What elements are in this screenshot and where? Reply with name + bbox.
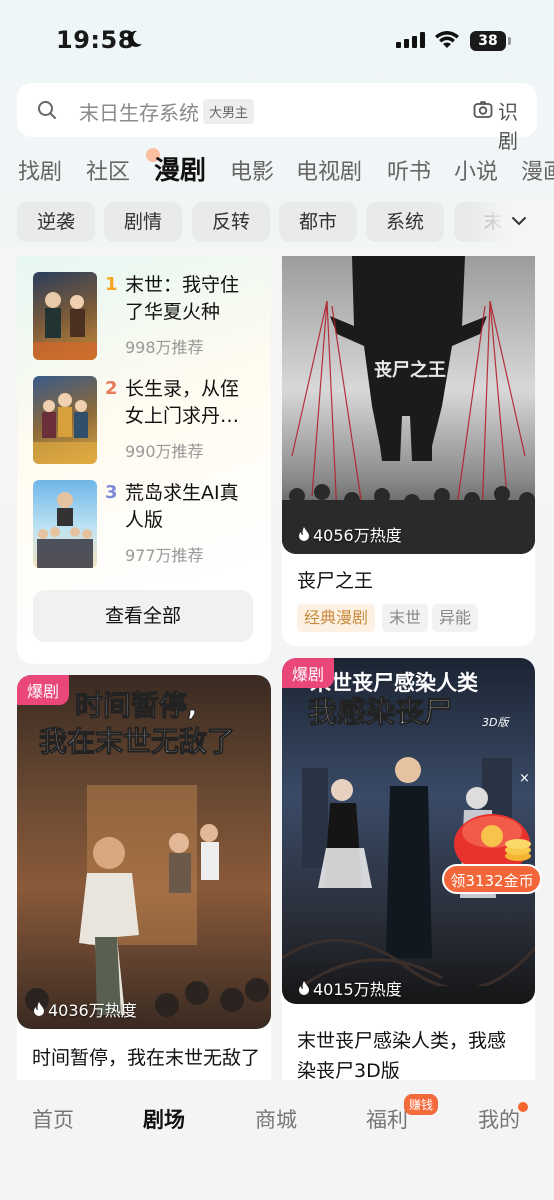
- heat-text: 4015万热度: [313, 980, 402, 999]
- ranking-title: 荒岛求生AI真人版: [125, 482, 239, 531]
- nav-mall[interactable]: 商城: [255, 1104, 297, 1134]
- hot-badge: 爆剧: [17, 675, 70, 705]
- nav-mine[interactable]: 我的: [478, 1104, 520, 1134]
- tab-manju[interactable]: 漫剧: [154, 150, 206, 187]
- coin-reward-button[interactable]: 领3132金币: [442, 864, 542, 894]
- chip-system[interactable]: 系统: [366, 202, 444, 242]
- drama-card-time-stop[interactable]: 时间暂停, 我在末世无敌了 爆剧 4036万热度 时间暂停，我在末世无敌了: [17, 675, 271, 1105]
- nav-home[interactable]: 首页: [32, 1104, 74, 1134]
- tab-comic[interactable]: 漫画: [521, 154, 554, 186]
- nav-welfare[interactable]: 福利: [366, 1104, 408, 1134]
- ranking-card: 1 末世：我守住了华夏火种 998万推荐 2 长生录，从侄女上门求丹… 990万…: [17, 256, 271, 664]
- chevron-down-icon[interactable]: [510, 214, 528, 228]
- chip-twist[interactable]: 反转: [192, 202, 270, 242]
- ranking-count: 998万推荐: [125, 338, 204, 357]
- tab-community[interactable]: 社区: [86, 154, 130, 186]
- poster-image: 丧尸之王 4056万热度: [282, 256, 535, 554]
- tab-zhaoju[interactable]: 找剧: [18, 154, 62, 186]
- poster-title-line2: 我感染丧尸: [308, 695, 453, 729]
- tag-classic: 经典漫剧: [297, 604, 376, 632]
- tag-apocalypse: 末世: [382, 604, 429, 632]
- tab-tv[interactable]: 电视剧: [296, 154, 362, 186]
- card-title: 丧尸之王: [297, 570, 374, 592]
- flame-icon: [299, 981, 309, 995]
- status-bar: 19:58 38: [0, 0, 554, 80]
- card-title: 时间暂停，我在末世无敌了: [32, 1047, 258, 1069]
- poster-3d-label: 3D版: [482, 716, 510, 729]
- cover-image: [33, 480, 97, 568]
- rank-number: 1: [105, 274, 118, 295]
- chip-urban[interactable]: 都市: [279, 202, 357, 242]
- cover-image: [33, 376, 97, 464]
- ranking-item[interactable]: 3 荒岛求生AI真人版 977万推荐: [33, 480, 263, 572]
- ranking-count: 990万推荐: [125, 442, 204, 461]
- tab-movie[interactable]: 电影: [230, 154, 274, 186]
- chip-drama[interactable]: 剧情: [104, 202, 182, 242]
- tab-audiobook[interactable]: 听书: [387, 154, 431, 186]
- earn-money-badge: 赚钱: [404, 1094, 439, 1115]
- poster-title: 丧尸之王: [374, 359, 446, 380]
- bottom-nav: 首页 剧场 商城 福利 我的: [0, 1080, 554, 1200]
- category-tabs: 找剧 社区 漫剧 电影 电视剧 听书 小说 漫画: [0, 148, 554, 190]
- signal-icon: [396, 32, 425, 48]
- ranking-title: 末世：我守住了华夏火种: [125, 274, 240, 323]
- wifi-icon: [435, 31, 459, 48]
- moon-icon: [127, 30, 142, 47]
- heat-count: 4056万热度: [298, 522, 402, 546]
- poster-title-line1: 时间暂停,: [75, 689, 198, 722]
- heat-text: 4036万热度: [48, 1001, 137, 1020]
- heat-text: 4056万热度: [313, 526, 402, 545]
- battery-icon: 38: [470, 31, 511, 51]
- heat-count: 4036万热度: [33, 997, 137, 1021]
- ranking-title: 长生录，从侄女上门求丹…: [125, 378, 240, 427]
- search-bar[interactable]: 末日生存系统 大男主 识剧: [17, 83, 537, 153]
- flame-icon: [299, 527, 309, 541]
- tab-novel[interactable]: 小说: [454, 154, 498, 186]
- ranking-count: 977万推荐: [125, 546, 204, 565]
- flame-icon: [34, 1002, 44, 1016]
- notification-dot: [518, 1102, 528, 1112]
- drama-card-zombie-king[interactable]: 丧尸之王 4056万热度 丧尸之王 经典漫剧 末世 异能: [282, 256, 535, 646]
- rank-number: 3: [105, 482, 118, 503]
- poster-title-line1: 末世丧尸感染人类: [310, 671, 479, 695]
- poster-image: 时间暂停, 我在末世无敌了 爆剧 4036万热度: [17, 675, 271, 1029]
- hot-badge: 爆剧: [282, 658, 335, 688]
- cover-image: [33, 272, 97, 360]
- chip-nixi[interactable]: 逆袭: [17, 202, 95, 242]
- scan-drama-button[interactable]: 识剧: [498, 96, 537, 154]
- ranking-item[interactable]: 2 长生录，从侄女上门求丹… 990万推荐: [33, 376, 263, 468]
- see-all-button[interactable]: 查看全部: [33, 590, 253, 642]
- heat-count: 4015万热度: [298, 976, 402, 1000]
- search-icon: [38, 101, 56, 119]
- poster-title-line2: 我在末世无敌了: [39, 725, 235, 758]
- close-icon[interactable]: ×: [519, 771, 530, 786]
- card-title-line1: 末世丧尸感染人类，我感: [297, 1030, 507, 1052]
- search-tag: 大男主: [203, 99, 255, 124]
- ranking-item[interactable]: 1 末世：我守住了华夏火种 998万推荐: [33, 272, 263, 364]
- rank-number: 2: [105, 378, 118, 399]
- search-placeholder: 末日生存系统: [79, 101, 199, 125]
- nav-theater[interactable]: 剧场: [143, 1104, 185, 1134]
- tag-superpower: 异能: [432, 604, 479, 632]
- camera-icon[interactable]: [473, 100, 493, 120]
